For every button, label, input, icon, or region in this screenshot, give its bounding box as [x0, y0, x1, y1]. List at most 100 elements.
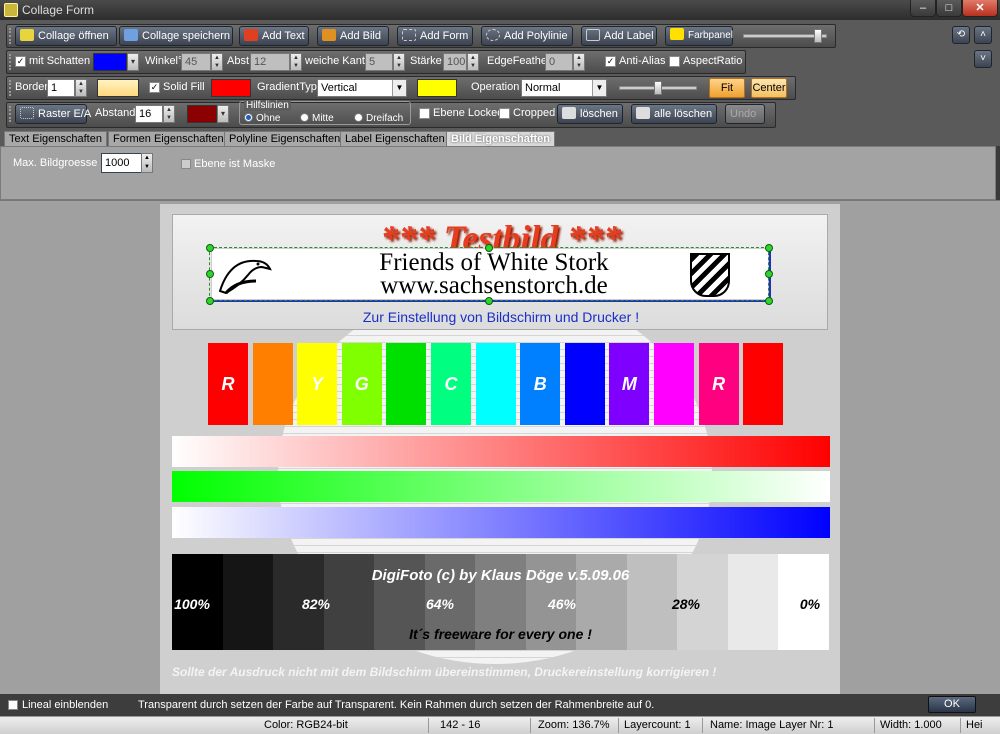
mask-label: Ebene ist Maske [194, 158, 276, 170]
chevron-down-icon[interactable]: ˅ [974, 50, 992, 68]
strength-spinner[interactable]: ▲ ▼ [467, 53, 479, 71]
border-spinner[interactable]: ▲ ▼ [75, 79, 87, 97]
color-panel-button[interactable]: Farbpanel [665, 26, 733, 46]
close-button[interactable]: ✕ [962, 0, 998, 17]
toolbar-grip[interactable] [9, 80, 13, 96]
status-bar: Color: RGB24-bit 142 - 16 Zoom: 136.7% L… [0, 716, 1000, 734]
spacing-spinner[interactable]: ▲ ▼ [163, 105, 175, 123]
delete-all-label: alle löschen [654, 108, 713, 120]
distance-spinner[interactable]: ▲ ▼ [290, 53, 302, 71]
add-label-button[interactable]: Add Label [581, 26, 657, 46]
guide-none-label: Ohne [256, 113, 281, 124]
border-color-swatch[interactable] [97, 79, 139, 97]
resize-handle[interactable] [765, 244, 773, 252]
undo-button[interactable]: Undo [725, 104, 765, 124]
toolbar-grip[interactable] [9, 28, 13, 44]
guide-middle-radio[interactable]: Mitte [300, 113, 334, 124]
add-label-label: Add Label [604, 30, 654, 42]
max-size-spinner[interactable]: ▲ ▼ [141, 153, 153, 173]
slider-thumb[interactable] [654, 81, 662, 95]
open-collage-button[interactable]: Collage öffnen [15, 26, 117, 46]
status-separator [702, 718, 703, 733]
gradient-color-swatch[interactable] [417, 79, 457, 97]
raster-toggle-button[interactable]: Raster E/A [15, 104, 91, 124]
solid-fill-checkbox[interactable]: ✓ [149, 82, 160, 93]
resize-handle[interactable] [206, 244, 214, 252]
gradient-type-select[interactable]: Vertical ▼ [317, 79, 407, 97]
status-width: Width: 1.000 [880, 719, 942, 731]
selection-frame[interactable] [209, 247, 769, 301]
strength-input[interactable]: 100 [443, 53, 467, 71]
distance-input[interactable]: 12 [250, 53, 290, 71]
tab-image-properties[interactable]: Bild Eigenschaften [446, 131, 556, 146]
ruler-checkbox[interactable] [8, 700, 18, 710]
layer-locked-label: Ebene Locked [433, 107, 504, 119]
operation-select[interactable]: Normal ▼ [521, 79, 607, 97]
tab-polyline-properties[interactable]: Polyline Eigenschaften [224, 131, 346, 146]
edge-feather-label: EdgeFeather [487, 55, 551, 67]
edge-feather-spinner[interactable]: ▲ ▼ [573, 53, 585, 71]
add-polyline-button[interactable]: Add Polylinie [481, 26, 573, 46]
slider-thumb[interactable] [814, 29, 822, 43]
percent-label: 100% [174, 596, 210, 612]
chevron-down-icon[interactable]: ▾ [127, 53, 139, 71]
max-size-input[interactable]: 1000 [101, 153, 143, 173]
angle-input[interactable]: 45 [181, 53, 211, 71]
resize-handle[interactable] [206, 297, 214, 305]
save-icon [124, 29, 138, 41]
grid-color-swatch[interactable] [187, 105, 217, 123]
antialias-checkbox[interactable]: ✓ [605, 56, 616, 67]
nav-back-icon[interactable]: ⟲ [952, 26, 970, 44]
resize-handle[interactable] [485, 297, 493, 305]
center-button[interactable]: Center [751, 78, 787, 98]
blend-slider[interactable] [619, 81, 697, 95]
save-collage-button[interactable]: Collage speichern [119, 26, 233, 46]
resize-handle[interactable] [765, 270, 773, 278]
spacing-label: Abstand [95, 107, 136, 119]
resize-handle[interactable] [765, 297, 773, 305]
guide-none-radio[interactable]: Ohne [244, 113, 280, 124]
radio-icon [244, 113, 253, 122]
aspect-ratio-label: AspectRatio [683, 55, 743, 67]
add-form-button[interactable]: Add Form [397, 26, 473, 46]
shadow-checkbox[interactable]: ✓ [15, 56, 26, 67]
soft-edge-spinner[interactable]: ▲ ▼ [393, 53, 405, 71]
layer-locked-checkbox[interactable] [419, 108, 430, 119]
tab-label-properties[interactable]: Label Eigenschaften [340, 131, 450, 146]
minimize-button[interactable]: ‒ [910, 0, 936, 17]
maximize-button[interactable]: □ [936, 0, 962, 17]
tab-text-properties[interactable]: Text Eigenschaften [4, 131, 107, 146]
resize-handle[interactable] [485, 244, 493, 252]
delete-button[interactable]: löschen [557, 104, 623, 124]
border-input[interactable]: 1 [47, 79, 75, 97]
spacing-input[interactable]: 16 [135, 105, 163, 123]
tab-shape-properties[interactable]: Formen Eigenschaften [108, 131, 229, 146]
percent-label: 28% [671, 596, 701, 612]
cropped-checkbox[interactable] [499, 108, 510, 119]
chevron-down-icon[interactable]: ▾ [217, 105, 229, 123]
guide-triple-radio[interactable]: Dreifach [354, 113, 403, 124]
fit-button[interactable]: Fit [709, 78, 745, 98]
opacity-slider[interactable] [743, 29, 827, 43]
open-collage-label: Collage öffnen [38, 30, 109, 42]
trash-icon [562, 107, 576, 119]
mask-checkbox[interactable] [181, 159, 191, 169]
toolbar-grip[interactable] [9, 54, 13, 70]
add-form-label: Add Form [420, 30, 469, 42]
fill-color-swatch[interactable] [211, 79, 251, 97]
status-coords: 142 - 16 [440, 719, 481, 731]
aspect-ratio-checkbox[interactable] [669, 56, 680, 67]
edge-feather-input[interactable]: 0 [545, 53, 573, 71]
grayscale-strip: DigiFoto (c) by Klaus Döge v.5.09.06 100… [172, 554, 830, 650]
shadow-color-swatch[interactable] [93, 53, 127, 71]
toolbar-grip[interactable] [9, 106, 13, 122]
collage-canvas[interactable]: *** Testbild *** Friends of White Stork … [160, 204, 840, 695]
resize-handle[interactable] [206, 270, 214, 278]
add-text-button[interactable]: Add Text [239, 26, 309, 46]
ok-button[interactable]: OK [928, 696, 976, 713]
angle-spinner[interactable]: ▲ ▼ [211, 53, 223, 71]
chevron-up-icon[interactable]: ˄ [974, 26, 992, 44]
delete-all-button[interactable]: alle löschen [631, 104, 717, 124]
add-image-button[interactable]: Add Bild [317, 26, 389, 46]
soft-edge-input[interactable]: 5 [365, 53, 393, 71]
